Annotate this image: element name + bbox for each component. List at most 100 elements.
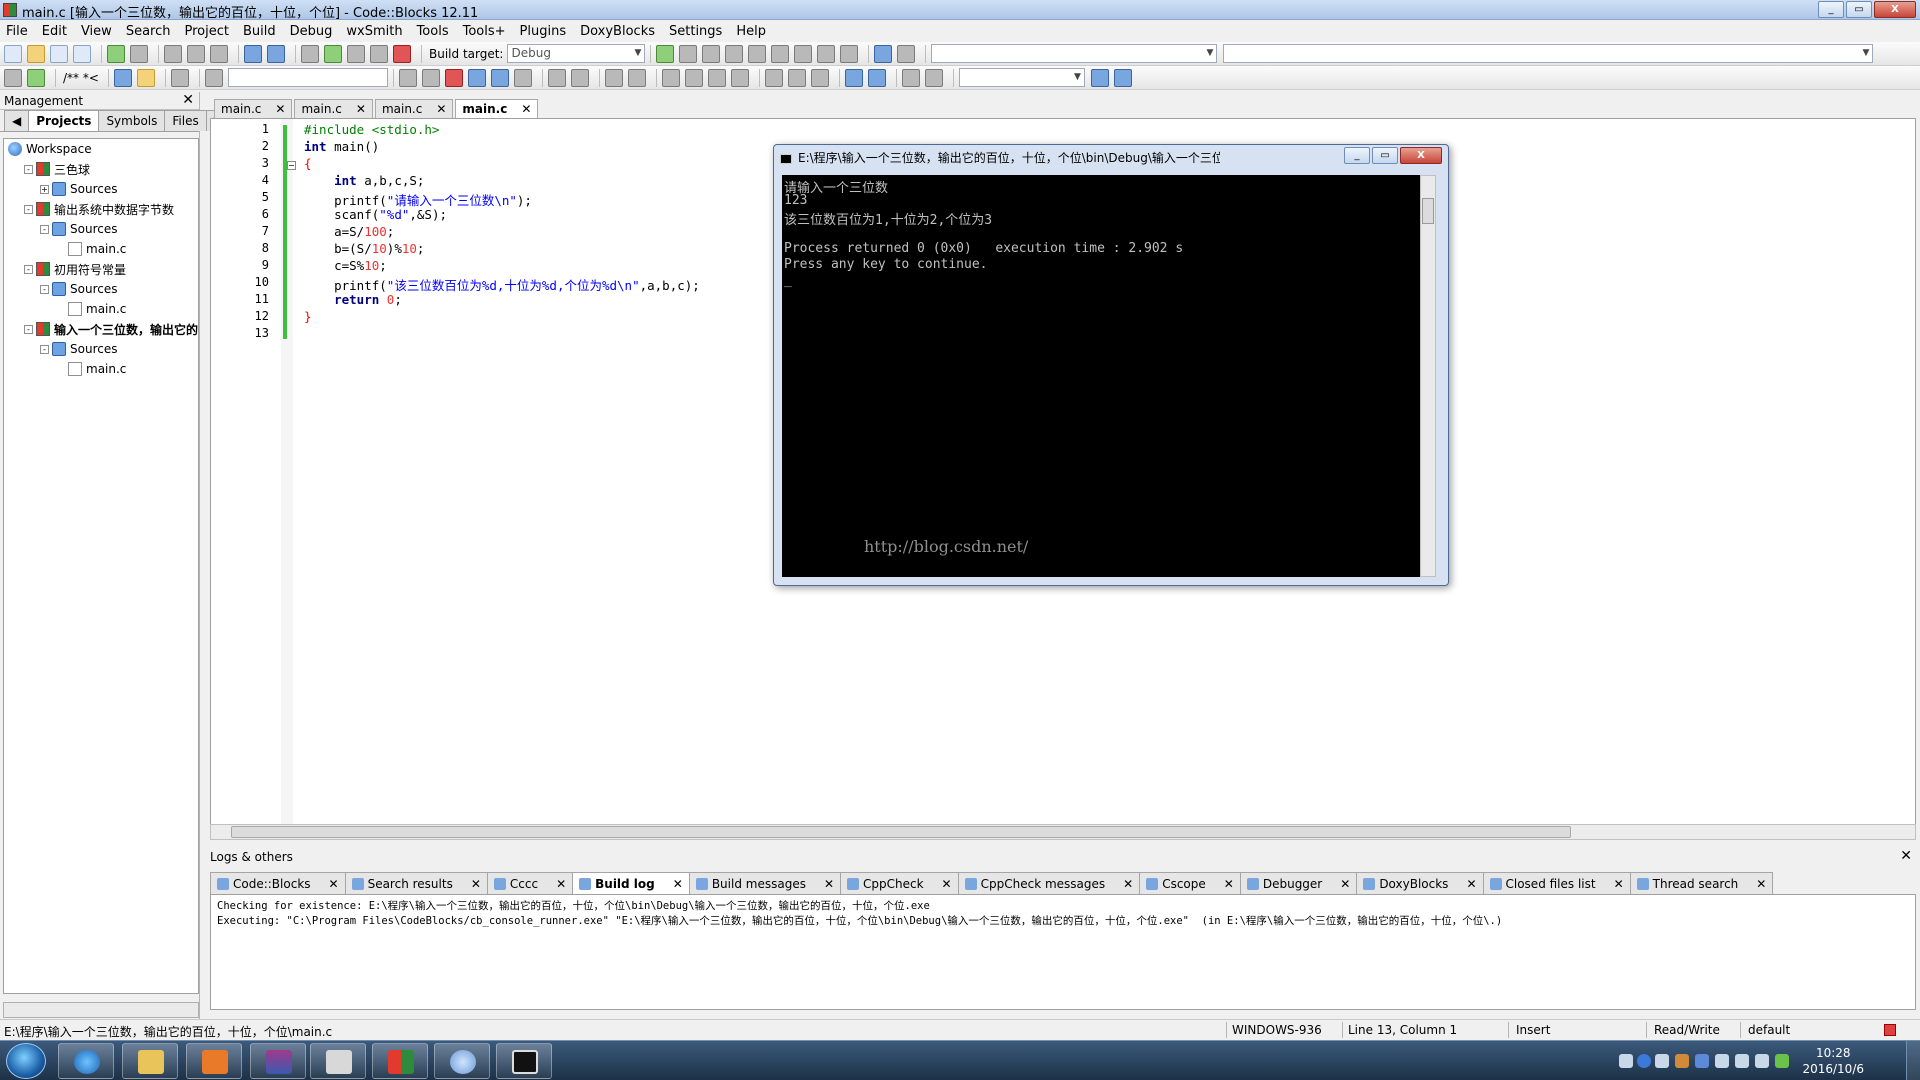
log-tab[interactable]: Build messages ✕ <box>688 872 842 894</box>
fold-toggle-icon[interactable]: − <box>287 161 296 170</box>
layout-1-icon[interactable] <box>604 68 623 87</box>
taskbar-codeblocks-button[interactable] <box>372 1043 428 1079</box>
close-icon[interactable]: ✕ <box>1614 877 1624 891</box>
bookmark-icon[interactable] <box>467 68 486 87</box>
expand-toggle-icon[interactable]: - <box>40 224 49 234</box>
taskbar-paint-button[interactable] <box>434 1043 490 1079</box>
tree-item[interactable]: main.c <box>4 299 198 319</box>
save-icon[interactable] <box>50 44 68 63</box>
menu-project[interactable]: Project <box>184 24 228 39</box>
align-4-icon[interactable] <box>730 68 749 87</box>
tree-item[interactable]: - 输出系统中数据字节数 <box>4 199 198 219</box>
taskbar-winrar-button[interactable] <box>250 1043 306 1079</box>
code-completion-icon[interactable] <box>204 68 223 87</box>
editor-tab[interactable]: main.c ✕ <box>294 99 373 118</box>
find-icon[interactable] <box>244 44 262 63</box>
editor-tab[interactable]: main.c ✕ <box>214 99 293 118</box>
tree-item[interactable]: - 三色球 <box>4 159 198 179</box>
build-target-select[interactable]: Debug ▼ <box>507 44 646 63</box>
console-maximize-button[interactable]: ▭ <box>1372 147 1398 164</box>
menu-file[interactable]: File <box>6 24 28 39</box>
save-all-icon[interactable] <box>73 44 91 63</box>
cut-icon[interactable] <box>164 44 182 63</box>
close-icon[interactable]: ✕ <box>942 877 952 891</box>
scope-select[interactable]: ▼ <box>931 44 1218 63</box>
close-icon[interactable]: ✕ <box>329 877 339 891</box>
tab-files[interactable]: Files <box>164 110 207 131</box>
search-select[interactable]: ▼ <box>958 68 1085 87</box>
console-minimize-button[interactable]: _ <box>1344 147 1370 164</box>
menu-edit[interactable]: Edit <box>42 24 67 39</box>
back-arrow-icon[interactable] <box>398 68 417 87</box>
debug-info-icon[interactable] <box>897 44 916 63</box>
next-line-icon[interactable] <box>702 44 721 63</box>
keyboard-icon[interactable] <box>1619 1054 1633 1068</box>
network-icon[interactable] <box>1735 1054 1749 1068</box>
debug-start-icon[interactable] <box>656 44 675 63</box>
doxy-comment-button[interactable]: /** *< <box>63 71 99 85</box>
build-run-icon[interactable] <box>347 44 365 63</box>
forward-arrow-icon[interactable] <box>421 68 440 87</box>
taskbar-explorer-button[interactable] <box>122 1043 178 1079</box>
tree-item[interactable]: Workspace <box>4 139 198 159</box>
log-tab[interactable]: DoxyBlocks ✕ <box>1356 872 1484 894</box>
maximize-button[interactable]: ▭ <box>1846 1 1872 18</box>
align-1-icon[interactable] <box>661 68 680 87</box>
taskbar-media-button[interactable] <box>186 1043 242 1079</box>
symbol-s-icon[interactable] <box>901 68 920 87</box>
close-icon[interactable]: ✕ <box>356 102 366 116</box>
clock[interactable]: 10:28 2016/10/6 <box>1802 1045 1864 1077</box>
zoom-out-icon[interactable] <box>867 68 886 87</box>
tree-item[interactable]: main.c <box>4 359 198 379</box>
abort-icon[interactable] <box>393 44 411 63</box>
spell-check-icon[interactable] <box>490 68 509 87</box>
compiler-icon[interactable] <box>4 68 22 87</box>
log-tab[interactable]: Code::Blocks ✕ <box>210 872 346 894</box>
replace-icon[interactable] <box>267 44 285 63</box>
show-desktop-button[interactable] <box>1906 1041 1920 1080</box>
editor-hscrollbar[interactable] <box>210 824 1916 840</box>
scrollbar-thumb[interactable] <box>1422 198 1434 224</box>
copy-icon[interactable] <box>187 44 205 63</box>
tray-app-icon[interactable] <box>1675 1054 1689 1068</box>
box-1-icon[interactable] <box>764 68 783 87</box>
search-options-icon[interactable] <box>1113 68 1132 87</box>
symbol-c-icon[interactable] <box>924 68 943 87</box>
align-3-icon[interactable] <box>707 68 726 87</box>
regex-icon[interactable] <box>513 68 532 87</box>
close-icon[interactable]: ✕ <box>673 877 683 891</box>
menu-doxyblocks[interactable]: DoxyBlocks <box>580 24 655 39</box>
highlight-icon[interactable] <box>444 68 463 87</box>
log-tab[interactable]: Cccc ✕ <box>486 872 574 894</box>
new-file-icon[interactable] <box>4 44 22 63</box>
minimize-button[interactable]: _ <box>1818 1 1844 18</box>
jump-icon[interactable] <box>27 68 45 87</box>
log-tab[interactable]: Closed files list ✕ <box>1482 872 1631 894</box>
close-icon[interactable]: ✕ <box>182 92 194 108</box>
run-icon[interactable] <box>324 44 342 63</box>
tab-scroll-left-icon[interactable]: ◀ <box>4 110 30 131</box>
close-icon[interactable]: ✕ <box>1224 877 1234 891</box>
close-icon[interactable]: ✕ <box>1123 877 1133 891</box>
log-tab[interactable]: Thread search ✕ <box>1629 872 1774 894</box>
paste-icon[interactable] <box>210 44 228 63</box>
menu-view[interactable]: View <box>81 24 112 39</box>
log-tab[interactable]: CppCheck messages ✕ <box>957 872 1141 894</box>
open-file-icon[interactable] <box>27 44 45 63</box>
close-icon[interactable]: ✕ <box>1466 877 1476 891</box>
layout-2-icon[interactable] <box>627 68 646 87</box>
expand-toggle-icon[interactable]: - <box>24 324 33 334</box>
align-2-icon[interactable] <box>684 68 703 87</box>
tree-item[interactable]: main.c <box>4 239 198 259</box>
close-icon[interactable]: ✕ <box>521 102 531 116</box>
taskbar-app-button[interactable] <box>310 1043 366 1079</box>
search-icon[interactable] <box>1090 68 1109 87</box>
code-search-input[interactable] <box>227 68 388 87</box>
console-scrollbar[interactable] <box>1420 175 1436 577</box>
doxy-help-icon[interactable] <box>136 68 155 87</box>
close-icon[interactable]: ✕ <box>824 877 834 891</box>
stop-debug-icon[interactable] <box>840 44 859 63</box>
close-button[interactable]: X <box>1874 1 1916 18</box>
close-icon[interactable]: ✕ <box>1756 877 1766 891</box>
box-2-icon[interactable] <box>787 68 806 87</box>
